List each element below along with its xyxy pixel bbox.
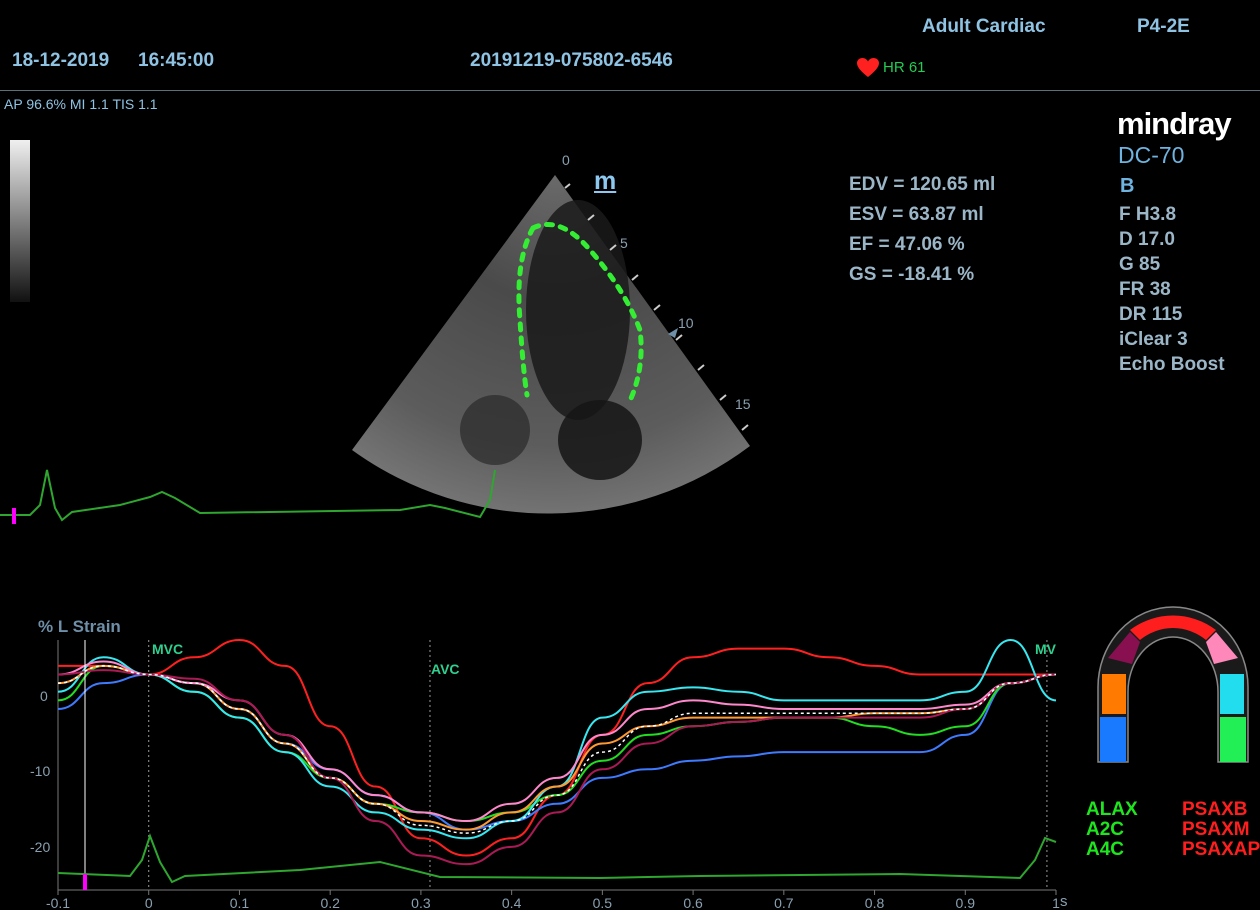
ecg-cursor-marker-lower xyxy=(83,874,87,890)
legend-a2c: A2C xyxy=(1086,819,1125,840)
strain-series-6 xyxy=(57,669,1057,866)
x-tick-label: 0.1 xyxy=(230,895,250,910)
x-tick-label: -0.1 xyxy=(46,895,70,910)
x-tick-label: 0.2 xyxy=(320,895,340,910)
x-tick-label: 0.8 xyxy=(865,895,885,910)
x-tick-label: 0.3 xyxy=(411,895,431,910)
legend-psaxb: PSAXB xyxy=(1182,800,1248,820)
x-tick-label: 0.9 xyxy=(956,895,976,910)
segment-legend-right: PSAXB PSAXM PSAXAP xyxy=(1182,800,1260,860)
x-tick-label: 1 xyxy=(1052,895,1060,910)
legend-a4c: A4C xyxy=(1086,839,1125,860)
x-tick-label: 0.5 xyxy=(593,895,613,910)
strain-series-4 xyxy=(57,664,1057,831)
x-tick-label: 0 xyxy=(145,895,153,910)
x-axis-unit: s xyxy=(1060,893,1068,910)
ecg-trace-lower xyxy=(57,833,1057,884)
segment-model-diagram xyxy=(1097,606,1249,763)
strain-series-1 xyxy=(57,673,1057,831)
x-tick-label: 0.6 xyxy=(683,895,703,910)
strain-series-2 xyxy=(57,664,1057,823)
strain-series-5 xyxy=(57,660,1057,823)
legend-alax: ALAX xyxy=(1086,799,1138,820)
strain-chart: -0.1 0 0.1 0.2 0.3 0.4 0.5 0.6 0.7 0.8 0.9 1 xyxy=(46,638,1060,910)
segment-legend-left: ALAX A2C A4C xyxy=(1086,800,1138,860)
legend-psaxap: PSAXAP xyxy=(1182,839,1260,860)
legend-psaxm: PSAXM xyxy=(1182,819,1250,840)
strain-series-3 xyxy=(57,638,1057,840)
strain-series-7 xyxy=(57,665,1057,834)
x-tick-label: 0.7 xyxy=(774,895,794,910)
strain-series-0 xyxy=(58,638,1056,857)
x-tick-label: 0.4 xyxy=(502,895,522,910)
